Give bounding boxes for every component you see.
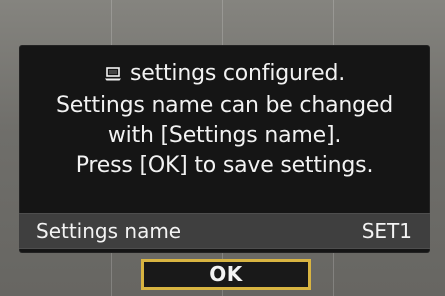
settings-name-value: SET1 <box>361 219 412 243</box>
settings-name-label: Settings name <box>36 219 182 243</box>
message-line-2: Settings name can be changed <box>56 93 393 118</box>
settings-name-row: Settings name SET1 <box>19 213 430 249</box>
message-line-4: Press [OK] to save settings. <box>75 153 374 178</box>
message-line-1-text: settings configured. <box>129 61 346 86</box>
message-line-3: with [Settings name]. <box>107 123 342 148</box>
settings-dialog: settings configured. Settings name can b… <box>19 45 430 253</box>
dialog-message: settings configured. Settings name can b… <box>19 59 430 181</box>
ok-button[interactable]: OK <box>141 259 311 290</box>
message-line-1: settings configured. <box>19 59 430 91</box>
laptop-icon <box>104 66 122 82</box>
camera-screen: settings configured. Settings name can b… <box>0 0 445 296</box>
message-line-1-content: settings configured. <box>104 59 345 89</box>
